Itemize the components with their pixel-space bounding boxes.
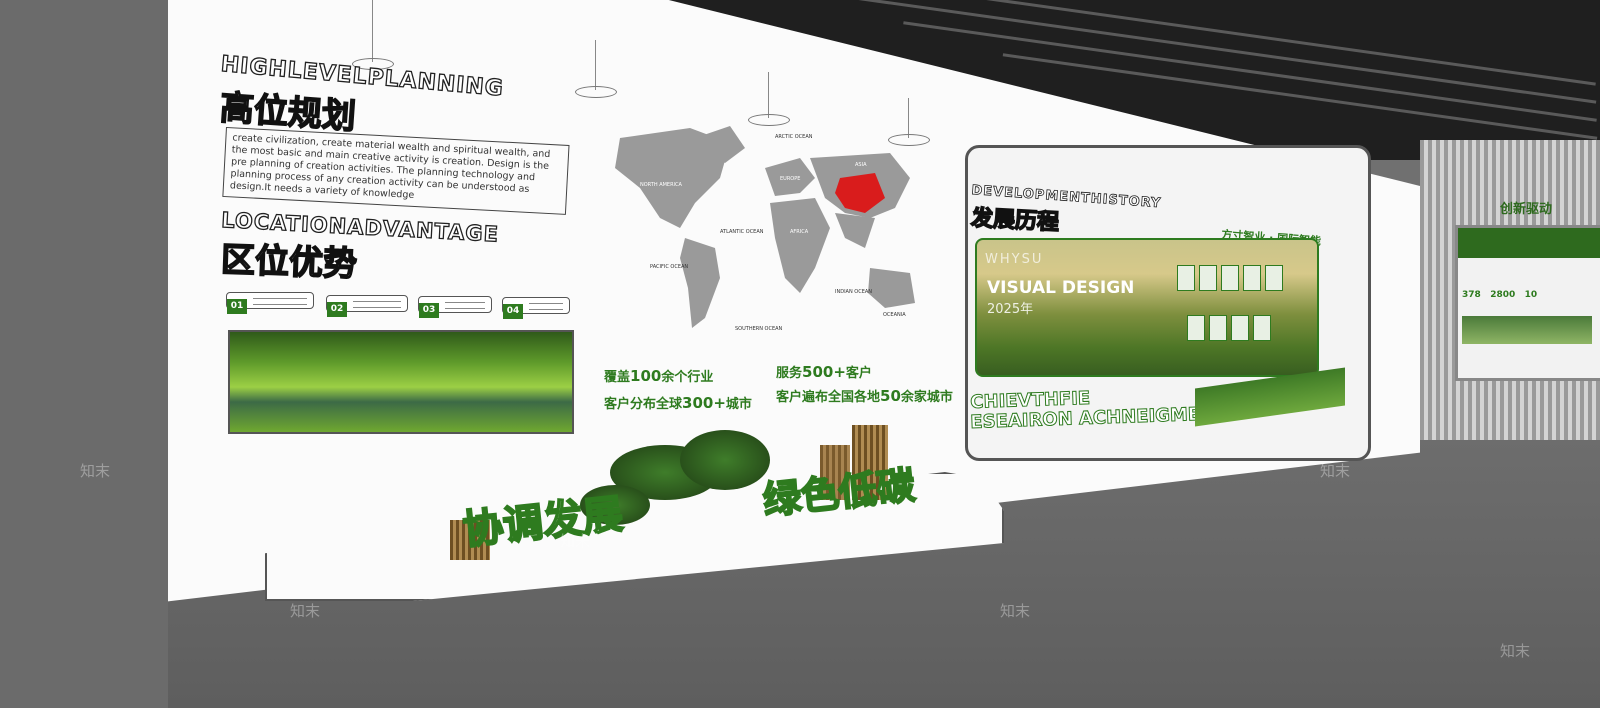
banner-title: VISUAL DESIGN bbox=[987, 278, 1135, 298]
board-stat-3: 10 bbox=[1524, 290, 1538, 300]
pill-number: 01 bbox=[227, 299, 247, 314]
watermark: 知末 bbox=[1000, 602, 1031, 620]
left-column bbox=[0, 0, 168, 708]
map-label: EUROPE bbox=[780, 176, 800, 182]
watermark: 知末 bbox=[290, 602, 321, 620]
world-map: ARCTIC OCEAN ATLANTIC OCEAN PACIFIC OCEA… bbox=[615, 126, 915, 332]
history-title-cn: 发展历程 bbox=[970, 205, 1061, 236]
south-america-shape bbox=[680, 238, 720, 328]
map-label: INDIAN OCEAN bbox=[835, 289, 872, 295]
pill-03: 03 bbox=[418, 296, 492, 318]
south-asia-shape bbox=[835, 213, 875, 248]
board-title: 创新驱动 bbox=[1500, 202, 1553, 217]
stat-cities-national: 客户遍布全国各地50余家城市 bbox=[776, 387, 953, 405]
stat-industries: 覆盖100余个行业 bbox=[604, 367, 714, 385]
pill-01: 01 bbox=[226, 292, 314, 314]
watermark: 知末 bbox=[560, 532, 591, 550]
africa-shape bbox=[770, 198, 830, 293]
stat-clients: 服务500+客户 bbox=[776, 363, 872, 381]
right-info-board: 378 2800 10 bbox=[1455, 225, 1600, 381]
map-label: PACIFIC OCEAN bbox=[650, 264, 688, 270]
pill-number: 02 bbox=[327, 302, 347, 317]
pill-02: 02 bbox=[326, 295, 408, 317]
australia-shape bbox=[868, 268, 915, 308]
banner-year: 2025年 bbox=[987, 302, 1034, 317]
plant-cluster bbox=[680, 430, 770, 490]
watermark: 知末 bbox=[1320, 462, 1351, 480]
map-label: ASIA bbox=[855, 162, 867, 168]
watermark: 知末 bbox=[80, 462, 111, 480]
location-title-cn: 区位优势 bbox=[220, 239, 359, 285]
map-label: NORTH AMERICA bbox=[640, 182, 683, 188]
stat-cities-global: 客户分布全球300+城市 bbox=[604, 394, 752, 412]
board-stat-2: 2800 bbox=[1490, 290, 1516, 300]
board-stat-1: 378 bbox=[1462, 290, 1481, 300]
exhibition-scene: 378 2800 10 创新驱动 HIGHLEVELPLANNING 高位规划 … bbox=[0, 0, 1600, 708]
landscape-photo bbox=[228, 330, 574, 434]
pill-number: 03 bbox=[419, 303, 439, 318]
map-label: ARCTIC OCEAN bbox=[775, 134, 813, 140]
map-label: ATLANTIC OCEAN bbox=[720, 229, 764, 235]
pill-04: 04 bbox=[502, 297, 570, 319]
map-label: OCEANIA bbox=[883, 312, 906, 318]
history-banner: WHYSU VISUAL DESIGN 2025年 bbox=[975, 238, 1319, 377]
watermark: 知末 bbox=[1500, 642, 1531, 660]
banner-small-text: WHYSU bbox=[985, 252, 1044, 267]
pill-number: 04 bbox=[503, 304, 523, 319]
map-label: AFRICA bbox=[790, 229, 809, 235]
map-label: SOUTHERN OCEAN bbox=[735, 326, 783, 332]
